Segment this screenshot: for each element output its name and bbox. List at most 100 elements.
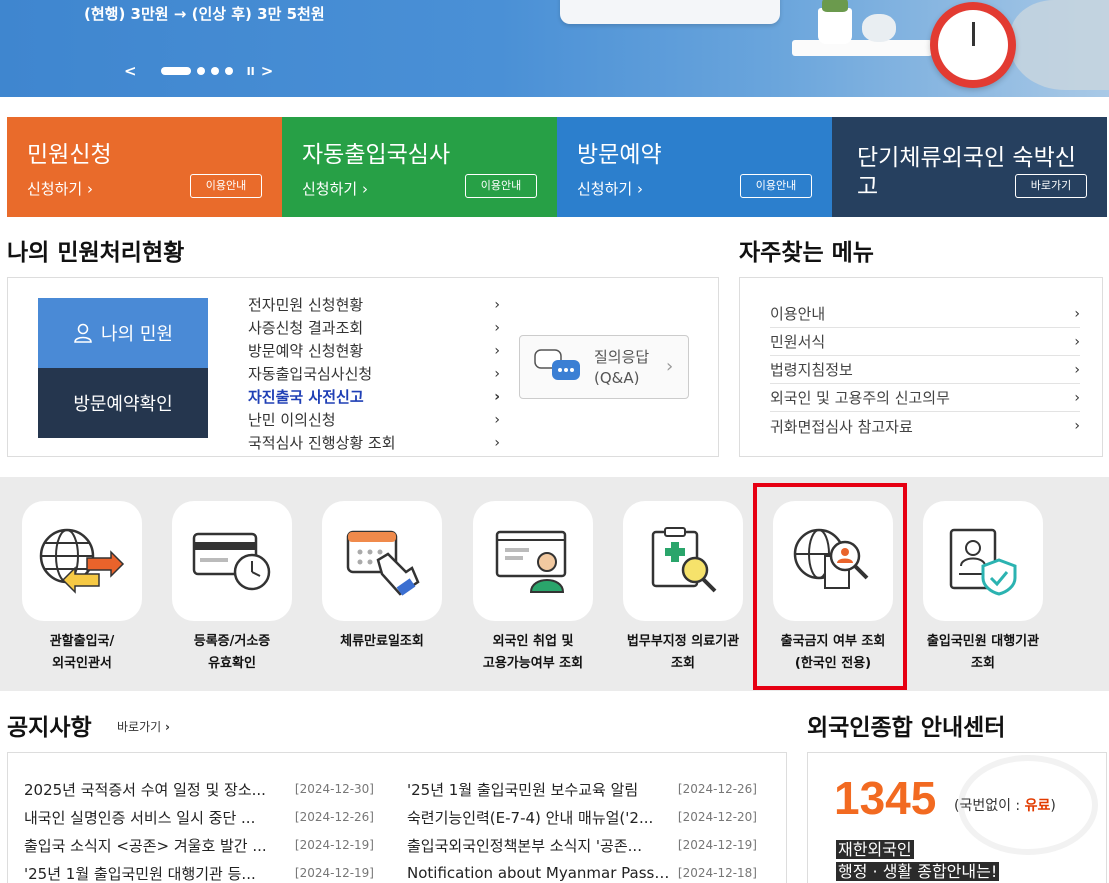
plant-illustration	[818, 0, 852, 44]
chevron-right-icon: ›	[494, 342, 500, 359]
notice-list-right: '25년 1월 출입국민원 보수교육 알림 [2024-12-26] 숙련기능인력…	[407, 775, 757, 883]
notice-list-left: 2025년 국적증서 수여 일정 및 장소... [2024-12-30] 내국인…	[24, 775, 374, 883]
alarm-clock-illustration	[930, 2, 1016, 88]
notice-item[interactable]: 출입국외국인정책본부 소식지 '공존... [2024-12-19]	[407, 831, 757, 859]
prev-slide-button[interactable]: <	[124, 62, 137, 80]
visit-confirm-button[interactable]: 방문예약확인	[38, 368, 208, 438]
service-card	[623, 501, 743, 621]
piggy-bank-illustration	[862, 14, 896, 42]
chat-bubbles-icon	[534, 349, 580, 380]
slide-indicator[interactable]	[196, 67, 205, 75]
quick-service-tiles: 민원신청 신청하기 › 이용안내 자동출입국심사 신청하기 › 이용안내 방문예…	[7, 117, 1109, 217]
service-stay-expiry[interactable]: 체류만료일조회	[307, 501, 457, 653]
chevron-right-icon: ›	[494, 319, 500, 336]
service-medical-institution[interactable]: 법무부지정 의료기관 조회	[608, 501, 758, 675]
notice-item[interactable]: Notification about Myanmar Passp... [2024…	[407, 859, 757, 883]
document-shield-icon	[949, 528, 1017, 596]
center-fee-note: (국번없이 : 유료)	[954, 798, 1056, 814]
notice-item[interactable]: '25년 1월 출입국민원 보수교육 알림 [2024-12-26]	[407, 775, 757, 803]
service-label: 외국인 취업 및 고용가능여부 조회	[482, 634, 584, 671]
frequent-menu-item[interactable]: 민원서식 ›	[770, 328, 1080, 356]
chevron-right-icon: ›	[1074, 361, 1080, 378]
slide-indicator[interactable]	[210, 67, 219, 75]
shortcut-button[interactable]: 바로가기	[1015, 174, 1087, 198]
my-status-title: 나의 민원처리현황	[7, 240, 185, 266]
slide-indicator[interactable]	[224, 67, 233, 75]
status-link[interactable]: 사증신청 결과조회 ›	[248, 316, 500, 339]
service-label: 법무부지정 의료기관 조회	[626, 634, 740, 671]
qa-label: 질의응답 (Q&A)	[594, 348, 650, 387]
next-slide-button[interactable]: >	[261, 62, 274, 80]
center-phone-number: 1345	[834, 772, 937, 824]
service-employment-check[interactable]: 외국인 취업 및 고용가능여부 조회	[458, 501, 608, 675]
frequent-menu-item[interactable]: 이용안내 ›	[770, 300, 1080, 328]
service-card	[473, 501, 593, 621]
notice-item[interactable]: 숙련기능인력(E-7-4) 안내 매뉴얼('2... [2024-12-20]	[407, 803, 757, 831]
worker-screen-icon	[495, 530, 567, 593]
notice-item[interactable]: 2025년 국적증서 수여 일정 및 장소... [2024-12-30]	[24, 775, 374, 803]
service-card-validity[interactable]: 등록증/거소증 유효확인	[157, 501, 307, 675]
center-title: 외국인종합 안내센터	[807, 715, 1006, 741]
frequent-menu-title: 자주찾는 메뉴	[739, 240, 874, 266]
service-card	[322, 501, 442, 621]
banner-slider-controls: < II >	[124, 62, 273, 80]
tile-apply-link[interactable]: 신청하기 ›	[27, 178, 93, 199]
notice-item[interactable]: '25년 1월 출입국민원 대행기관 등... [2024-12-19]	[24, 859, 374, 883]
chevron-right-icon: ›	[494, 388, 500, 405]
status-link-highlight[interactable]: 자진출국 사전신고 ›	[248, 385, 500, 408]
frequent-menu-panel: 이용안내 › 민원서식 › 법령지침정보 › 외국인 및 고용주의 신고의무 › 귀화면…	[739, 277, 1103, 457]
guide-button[interactable]: 이용안내	[465, 174, 537, 198]
status-link[interactable]: 방문예약 신청현황 ›	[248, 339, 500, 362]
guide-button[interactable]: 이용안내	[740, 174, 812, 198]
service-label: 등록증/거소증 유효확인	[193, 634, 271, 671]
tile-civil-application[interactable]: 민원신청 신청하기 › 이용안내	[7, 117, 282, 217]
status-link[interactable]: 난민 이의신청 ›	[248, 408, 500, 431]
service-icons-band: 관할출입국/ 외국인관서 등록증/거소증 유효확인 체류만료일조회 외국인 취업…	[0, 477, 1109, 691]
tile-auto-immigration[interactable]: 자동출입국심사 신청하기 › 이용안내	[282, 117, 557, 217]
qa-button[interactable]: 질의응답 (Q&A) ›	[519, 335, 689, 399]
chevron-right-icon: ›	[494, 296, 500, 313]
tile-apply-link[interactable]: 신청하기 ›	[302, 178, 368, 199]
chevron-right-icon: ›	[494, 411, 500, 428]
slide-indicator-active[interactable]	[160, 67, 191, 75]
notice-item[interactable]: 출입국 소식지 <공존> 겨울호 발간 ... [2024-12-19]	[24, 831, 374, 859]
chevron-right-icon: ›	[494, 434, 500, 451]
service-card	[923, 501, 1043, 621]
notice-panel: 2025년 국적증서 수여 일정 및 장소... [2024-12-30] 내국인…	[7, 752, 787, 883]
chevron-right-icon: ›	[494, 365, 500, 382]
tile-lodging-report[interactable]: 단기체류외국인 숙박신고 바로가기	[832, 117, 1107, 217]
guide-button[interactable]: 이용안내	[190, 174, 262, 198]
my-civil-button[interactable]: 나의 민원	[38, 298, 208, 368]
people-illustration	[1010, 0, 1109, 90]
frequent-menu-item[interactable]: 법령지침정보 ›	[770, 356, 1080, 384]
tile-title: 자동출입국심사	[302, 142, 451, 168]
service-agency-lookup[interactable]: 출입국민원 대행기관 조회	[908, 501, 1058, 675]
notice-item[interactable]: 내국인 실명인증 서비스 일시 중단 ... [2024-12-26]	[24, 803, 374, 831]
service-card	[22, 501, 142, 621]
monitor-illustration	[560, 0, 780, 24]
promo-banner: (현행) 3만원 → (인상 후) 3만 5천원 < II >	[0, 0, 1109, 97]
shelf-illustration	[792, 40, 932, 56]
pause-button[interactable]: II	[247, 65, 255, 78]
calendar-hand-icon	[346, 530, 420, 596]
banner-text: (현행) 3만원 → (인상 후) 3만 5천원	[84, 5, 325, 23]
tile-visit-reservation[interactable]: 방문예약 신청하기 › 이용안내	[557, 117, 832, 217]
globe-arrows-icon	[39, 528, 125, 594]
tile-apply-link[interactable]: 신청하기 ›	[577, 178, 643, 199]
frequent-menu-item[interactable]: 외국인 및 고용주의 신고의무 ›	[770, 384, 1080, 412]
service-label: 출입국민원 대행기관 조회	[926, 634, 1040, 671]
status-link[interactable]: 자동출입국심사신청 ›	[248, 362, 500, 385]
frequent-menu-item[interactable]: 귀화면접심사 참고자료 ›	[770, 412, 1080, 440]
status-link-list: 전자민원 신청현황 › 사증신청 결과조회 › 방문예약 신청현황 › 자동출입국심사…	[248, 293, 500, 454]
chevron-right-icon: ›	[666, 356, 674, 377]
status-link[interactable]: 국적심사 진행상황 조회 ›	[248, 431, 500, 454]
my-status-panel: 나의 민원 방문예약확인 전자민원 신청현황 › 사증신청 결과조회 › 방문예약 …	[7, 277, 719, 457]
notice-more-link[interactable]: 바로가기 ›	[117, 718, 170, 735]
chevron-right-icon: ›	[1074, 333, 1080, 350]
status-link[interactable]: 전자민원 신청현황 ›	[248, 293, 500, 316]
user-icon	[74, 323, 92, 343]
tile-title: 방문예약	[577, 142, 662, 168]
chevron-right-icon: ›	[1074, 389, 1080, 406]
service-office-lookup[interactable]: 관할출입국/ 외국인관서	[7, 501, 157, 675]
chevron-right-icon: ›	[1074, 305, 1080, 322]
